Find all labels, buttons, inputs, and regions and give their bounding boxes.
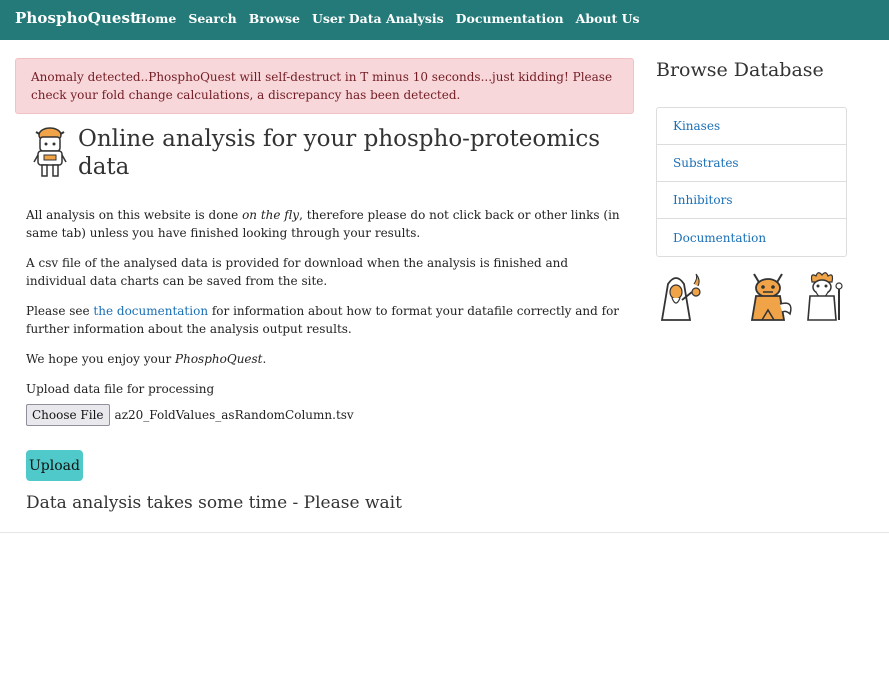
monster-character-icon [750,273,792,321]
sidebar-item-substrates[interactable]: Substrates [657,145,846,182]
csv-info-paragraph: A csv file of the analysed data is provi… [26,256,569,288]
nav-browse[interactable]: Browse [249,11,300,26]
page-title: Online analysis for your phospho-proteom… [78,126,601,180]
documentation-link[interactable]: the documentation [93,304,208,318]
nav-home[interactable]: Home [135,11,176,26]
enjoy-paragraph: We hope you enjoy your PhosphoQuest. [26,352,267,366]
sidebar-list: Kinases Substrates Inhibitors Documentat… [656,107,847,257]
error-alert: Anomaly detected..PhosphoQuest will self… [15,58,634,114]
wait-message: Data analysis takes some time - Please w… [26,493,402,513]
nav-search[interactable]: Search [188,11,236,26]
brand-logo[interactable]: PhosphoQuest [15,9,137,27]
emphasis-on-the-fly: on the fly [242,208,300,222]
upload-button[interactable]: Upload [26,450,83,481]
choose-file-button[interactable]: Choose File [26,404,110,426]
top-navbar: PhosphoQuest Home Search Browse User Dat… [0,0,889,40]
nav-menu: Home Search Browse User Data Analysis Do… [135,11,652,26]
sidebar-item-documentation[interactable]: Documentation [657,219,846,256]
file-input: Choose File az20_FoldValues_asRandomColu… [26,404,354,426]
fire-sage-character-icon [807,272,843,321]
intro-paragraph: All analysis on this website is done on … [26,208,620,240]
sidebar-title: Browse Database [656,59,824,81]
nav-user-data-analysis[interactable]: User Data Analysis [312,11,444,26]
sidebar-item-kinases[interactable]: Kinases [657,108,846,145]
robot-mascot-icon [33,127,67,177]
selected-file-name: az20_FoldValues_asRandomColumn.tsv [114,408,354,422]
wizard-character-icon [660,273,701,321]
sidebar-item-inhibitors[interactable]: Inhibitors [657,182,846,219]
upload-label: Upload data file for processing [26,382,215,396]
documentation-paragraph: Please see the documentation for informa… [26,304,620,336]
nav-about-us[interactable]: About Us [576,11,640,26]
footer-divider [0,532,889,533]
nav-documentation[interactable]: Documentation [456,11,564,26]
